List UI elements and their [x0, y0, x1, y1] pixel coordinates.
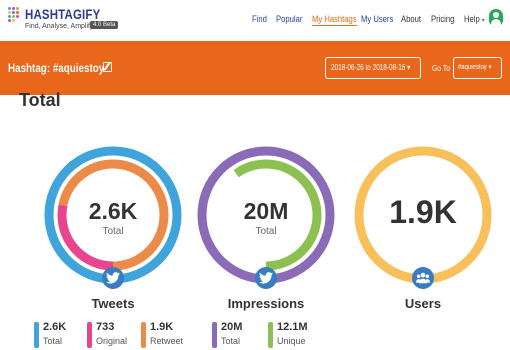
tweets-label: Tweets [91, 296, 135, 311]
breakdown-value: 12.1M [277, 321, 308, 333]
breakdown-value: 1.9K [150, 321, 174, 333]
breakdown-value: 733 [96, 321, 115, 333]
breakdown-bar [268, 322, 273, 348]
users-label: Users [404, 296, 442, 311]
breakdown-bar [34, 322, 39, 348]
breakdown-bar [87, 322, 92, 348]
tweets-value: 2.6K [88, 198, 138, 224]
impressions-value: 20M [243, 198, 289, 224]
breakdown-label: Unique [277, 336, 306, 346]
breakdown-label: Total [221, 336, 241, 346]
twitter-icon [102, 267, 124, 289]
breakdown-label: Total [43, 336, 63, 346]
impressions-label: Impressions [227, 296, 305, 311]
users-value: 1.9K [389, 194, 457, 230]
breakdown-label: Original [96, 336, 128, 346]
breakdown-value: 20M [221, 321, 243, 333]
tweets-sub: Total [102, 226, 124, 237]
impressions-sub: Total [255, 226, 277, 237]
breakdown-value: 2.6K [43, 321, 67, 333]
breakdown-label: Retweet [150, 336, 184, 346]
breakdown-bar [212, 322, 217, 348]
twitter-icon [255, 267, 277, 289]
breakdown-bar [141, 322, 146, 348]
users-icon [412, 267, 434, 289]
